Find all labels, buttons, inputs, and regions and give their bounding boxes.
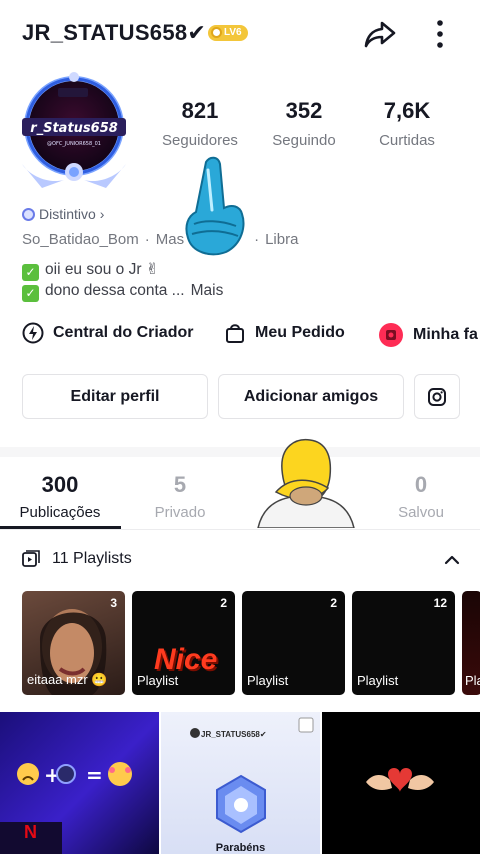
- stat-followers[interactable]: 821 Seguidores: [145, 98, 255, 149]
- edit-profile-button[interactable]: Editar perfil: [22, 374, 208, 419]
- check-icon: ✓: [22, 264, 39, 281]
- tag-separator: ·: [144, 231, 150, 248]
- svg-text:=: =: [86, 763, 103, 787]
- playlist-count: 3: [110, 596, 117, 610]
- more-vertical-icon[interactable]: [426, 16, 454, 52]
- fan-club-link[interactable]: Minha fa: [378, 322, 478, 348]
- stat-label: Seguidores: [162, 132, 238, 149]
- fan-badge-icon: [379, 323, 403, 347]
- instagram-button[interactable]: [414, 374, 460, 419]
- bio-line: ✓ oii eu sou o Jr ✌: [22, 260, 223, 281]
- level-hex-icon: [211, 27, 222, 38]
- distintivo-label: Distintivo: [39, 206, 96, 222]
- share-arrow-icon[interactable]: [362, 16, 398, 52]
- netflix-logo: N: [24, 822, 37, 842]
- bio-line: ✓ dono dessa conta ... Mais: [22, 281, 223, 302]
- heart-hands-art: [366, 768, 434, 792]
- creator-bolt-icon: [22, 322, 44, 344]
- video-thumbnail[interactable]: JR_STATUS658✔ Parabéns: [161, 712, 320, 854]
- tab-count: 300: [41, 472, 79, 497]
- playlists-header[interactable]: 11 Playlists: [22, 546, 462, 574]
- bio: ✓ oii eu sou o Jr ✌ ✓ dono dessa conta ...…: [22, 260, 223, 302]
- homer-sticker: [257, 438, 355, 528]
- level-badge-label: LV6: [224, 27, 242, 38]
- instagram-icon: [428, 387, 446, 406]
- tab-label: Privado: [154, 504, 206, 521]
- tag-item: Mas: [155, 231, 185, 248]
- badge-hex-icon: [22, 207, 35, 221]
- top-bar: JR_STATUS658✔ LV6: [0, 0, 480, 70]
- add-friends-button[interactable]: Adicionar amigos: [218, 374, 404, 419]
- quick-link-label: Minha fa: [413, 326, 478, 343]
- stat-value: 7,6K: [383, 98, 431, 123]
- playlist-icon: [22, 550, 40, 567]
- video-caption: Parabéns: [215, 842, 266, 854]
- shopping-bag-icon: [226, 324, 244, 343]
- playlist-card[interactable]: 3 eitaaa mzr 😬: [22, 591, 125, 695]
- video-thumbnail[interactable]: + = N: [0, 712, 159, 854]
- my-order-link[interactable]: Meu Pedido: [224, 322, 345, 344]
- stat-likes[interactable]: 7,6K Curtidas: [352, 98, 462, 149]
- distintivo-link[interactable]: Distintivo ›: [22, 206, 104, 222]
- username: JR_STATUS658✔: [22, 20, 207, 45]
- avatar[interactable]: r_Status658 @OFC_JUNIOR658_01: [12, 68, 136, 192]
- avatar-banner-text: r_Status658: [30, 121, 118, 136]
- video-user-label: JR_STATUS658✔: [201, 730, 267, 739]
- playlist-card[interactable]: 2 Playlist: [242, 591, 345, 695]
- creator-center-link[interactable]: Central do Criador: [22, 322, 193, 344]
- chevron-right-icon: ›: [99, 206, 105, 222]
- tab-publicacoes[interactable]: 300 Publicações: [0, 472, 120, 521]
- playlist-title: Playlist: [247, 673, 289, 688]
- level-badge[interactable]: LV6: [208, 25, 248, 41]
- avatar-sub-text: @OFC_JUNIOR658_01: [47, 141, 101, 147]
- chevron-up-icon[interactable]: [442, 550, 462, 570]
- profile-actions: Editar perfil Adicionar amigos: [22, 374, 480, 420]
- tab-privado[interactable]: 5 Privado: [120, 472, 240, 521]
- stat-value: 821: [181, 98, 219, 123]
- stat-value: 352: [285, 98, 323, 123]
- tab-label: Publicações: [19, 504, 101, 521]
- content-tabs: 300 Publicações 5 Privado 0 Salvou: [0, 462, 480, 530]
- playlist-count: 2: [330, 596, 337, 610]
- section-divider: [0, 447, 480, 457]
- quick-link-label: Central do Criador: [53, 324, 194, 341]
- active-tab-indicator: [0, 526, 121, 529]
- profile-tags: So_Batidao_Bom · Mas · Libra: [22, 231, 298, 248]
- playlist-card[interactable]: Nice 2 Playlist: [132, 591, 235, 695]
- playlist-title: eitaaa mzr 😬: [27, 672, 108, 687]
- video-thumbnail[interactable]: [322, 712, 480, 854]
- bio-more-link[interactable]: Mais: [191, 282, 224, 299]
- tab-label: Salvou: [398, 504, 444, 521]
- video-grid: + = N JR_STATUS658✔ Parabéns: [0, 712, 480, 854]
- stat-label: Curtidas: [379, 132, 435, 149]
- stat-label: Seguindo: [272, 132, 336, 149]
- playlist-card[interactable]: Pla: [462, 591, 480, 695]
- tag-item: So_Batidao_Bom: [22, 231, 139, 248]
- tag-separator: ·: [254, 231, 260, 248]
- tab-salvou[interactable]: 0 Salvou: [361, 472, 480, 521]
- bio-text: oii eu sou o Jr ✌: [45, 261, 159, 278]
- check-icon: ✓: [22, 285, 39, 302]
- quick-link-label: Meu Pedido: [255, 324, 345, 341]
- playlists-row: 3 eitaaa mzr 😬 Nice 2 Playlist 2 Playlis…: [22, 591, 480, 695]
- playlist-title: Playlist: [137, 673, 179, 688]
- stat-following[interactable]: 352 Seguindo: [249, 98, 359, 149]
- tag-item: Libra: [265, 231, 299, 248]
- playlist-count: 2: [220, 596, 227, 610]
- playlists-count-label: 11 Playlists: [52, 550, 132, 567]
- bio-text: dono dessa conta ...: [45, 282, 185, 299]
- playlist-title: Playlist: [357, 673, 399, 688]
- tab-count: 0: [414, 472, 428, 497]
- playlist-count: 12: [433, 596, 447, 610]
- profile-stats: 821 Seguidores 352 Seguindo 7,6K Curtida…: [150, 98, 480, 158]
- quick-links: Central do Criador Meu Pedido Minha fa: [22, 322, 480, 350]
- tab-count: 5: [173, 472, 187, 497]
- playlist-overlay-text: Nice: [154, 643, 218, 676]
- playlist-title: Pla: [465, 673, 480, 688]
- playlist-card[interactable]: 12 Playlist: [352, 591, 455, 695]
